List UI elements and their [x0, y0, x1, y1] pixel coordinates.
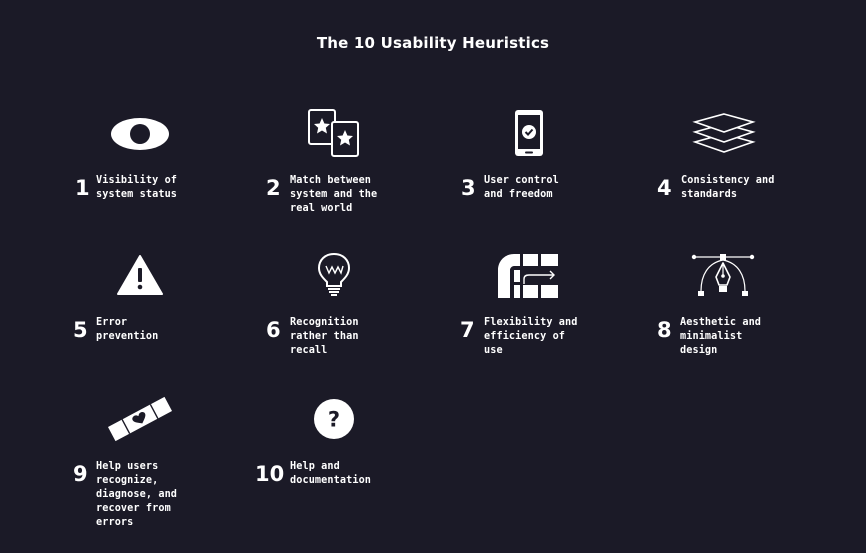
heuristic-number-1: 1: [75, 176, 90, 200]
heuristic-label-2: Match between system and the real world: [290, 175, 378, 214]
heuristic-label-3: User control and freedom: [484, 175, 559, 200]
heuristic-number-2: 2: [266, 176, 281, 200]
heuristic-number-6: 6: [266, 318, 281, 342]
star-cards-icon: [307, 108, 361, 158]
heuristic-number-10: 10: [255, 462, 285, 486]
heuristic-number-5: 5: [73, 318, 88, 342]
heuristic-label-6: Recognition rather than recall: [290, 317, 359, 356]
bandage-icon: [107, 396, 173, 442]
heuristic-label-1: Visibility of system status: [96, 175, 178, 200]
heuristic-number-7: 7: [460, 318, 475, 342]
heuristic-number-9: 9: [73, 462, 88, 486]
heuristic-number-4: 4: [657, 176, 672, 200]
warning-icon: [116, 254, 164, 296]
eye-icon: [110, 117, 170, 151]
shortcut-icon: [498, 254, 560, 298]
question-icon: ?: [313, 398, 355, 440]
heuristic-label-8: Aesthetic and minimalist design: [680, 317, 762, 356]
phone-check-icon: [514, 109, 544, 157]
heuristic-label-9: Help users recognize, diagnose, and reco…: [96, 461, 178, 528]
lightbulb-icon: [316, 252, 352, 298]
heuristic-label-5: Error prevention: [96, 317, 159, 342]
svg-text:?: ?: [328, 408, 340, 432]
pen-tool-icon: [690, 251, 756, 297]
heuristic-label-7: Flexibility and efficiency of use: [484, 317, 578, 356]
heuristic-number-3: 3: [461, 176, 476, 200]
page-title: The 10 Usability Heuristics: [316, 34, 550, 52]
heuristic-label-10: Help and documentation: [290, 461, 372, 486]
layers-icon: [692, 112, 756, 154]
heuristic-label-4: Consistency and standards: [681, 175, 775, 200]
heuristic-number-8: 8: [657, 318, 672, 342]
